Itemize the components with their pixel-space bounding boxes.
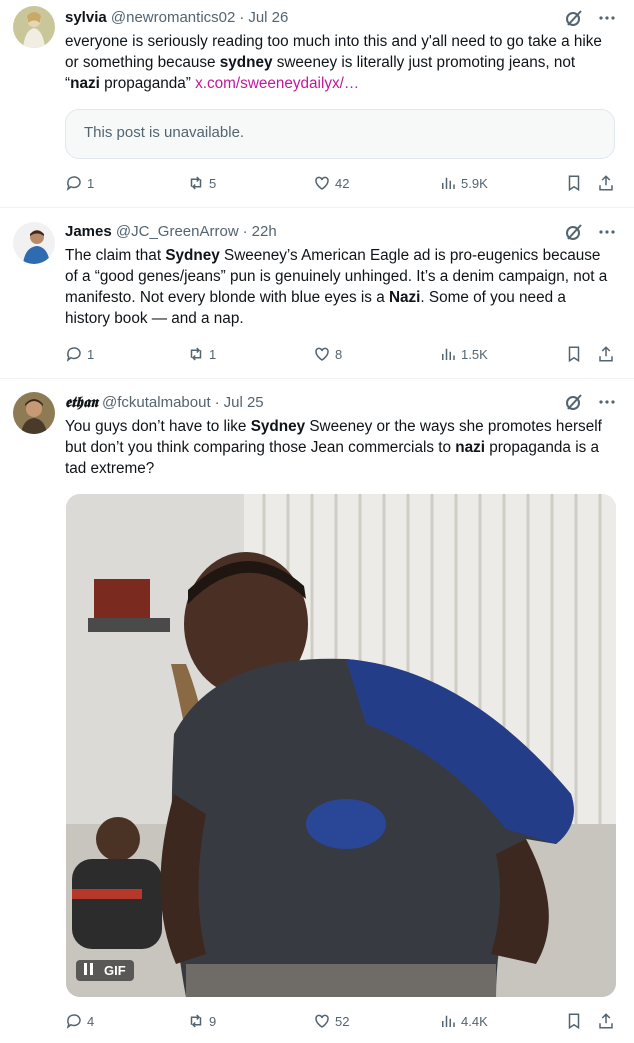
views-button[interactable]: 5.9K [439, 174, 488, 192]
post-time[interactable]: 22h [252, 223, 277, 240]
share-icon [599, 1013, 613, 1029]
reply-count: 1 [87, 175, 95, 191]
share-button[interactable] [597, 174, 615, 192]
post-link[interactable]: x.com/sweeneydailyx/… [195, 75, 359, 92]
highlighted-term: nazi [70, 75, 100, 92]
views-button[interactable]: 4.4K [439, 1012, 488, 1030]
post-text: The claim that Sydney Sweeney’s American… [65, 245, 613, 329]
views-icon [442, 1015, 455, 1027]
gif-image [66, 494, 616, 997]
grok-icon[interactable] [564, 8, 584, 33]
post-text: everyone is seriously reading too much i… [65, 31, 613, 94]
gif-label: GIF [104, 963, 126, 978]
avatar[interactable] [13, 6, 55, 48]
view-count: 1.5K [461, 346, 488, 362]
reply-count: 4 [87, 1013, 95, 1029]
heart-icon [315, 1014, 329, 1028]
post-text: You guys don’t have to like Sydney Sween… [65, 416, 613, 479]
more-icon[interactable] [598, 222, 616, 247]
bookmark-button[interactable] [565, 345, 583, 363]
view-count: 4.4K [461, 1013, 488, 1029]
highlighted-term: sydney [219, 54, 273, 71]
share-button[interactable] [597, 345, 615, 363]
grok-icon[interactable] [564, 222, 584, 247]
highlighted-term: Nazi [388, 289, 421, 306]
like-button[interactable]: 52 [313, 1012, 349, 1030]
bookmark-button[interactable] [565, 1012, 583, 1030]
reply-button[interactable]: 1 [65, 345, 94, 363]
heart-icon [315, 347, 329, 361]
share-icon [599, 175, 613, 191]
text-segment: The claim that [65, 247, 166, 264]
bookmark-icon [568, 1013, 580, 1030]
avatar[interactable] [13, 222, 55, 264]
author-handle[interactable]: @JC_GreenArrow [116, 223, 239, 240]
reply-icon [66, 347, 81, 362]
more-icon[interactable] [598, 392, 616, 417]
repost-count: 5 [209, 175, 217, 191]
unavailable-text: This post is unavailable. [84, 124, 245, 141]
repost-icon [190, 1014, 202, 1028]
repost-button[interactable]: 9 [187, 1012, 216, 1030]
text-segment: You guys don’t have to like [65, 418, 251, 435]
repost-count: 1 [209, 346, 217, 362]
author-name[interactable]: James [65, 223, 112, 240]
author-handle[interactable]: @newromantics02 [111, 9, 235, 26]
bookmark-icon [568, 175, 580, 192]
reply-button[interactable]: 1 [65, 174, 94, 192]
post-time[interactable]: Jul 26 [248, 9, 288, 26]
avatar[interactable] [13, 392, 55, 434]
views-icon [442, 348, 455, 360]
repost-button[interactable]: 5 [187, 174, 216, 192]
like-count: 8 [335, 346, 343, 362]
tweet-2[interactable]: James @JC_GreenArrow · 22h The claim that … [0, 208, 634, 378]
reply-icon [66, 176, 81, 191]
reply-count: 1 [87, 346, 95, 362]
highlighted-term: Sydney [250, 418, 306, 435]
like-count: 52 [335, 1013, 350, 1029]
highlighted-term: Sydney [165, 247, 220, 264]
gif-badge[interactable]: GIF [76, 960, 134, 981]
author-name[interactable]: 𝖊𝖙𝖍𝖆𝖓 [65, 393, 98, 411]
quote-unavailable-card: This post is unavailable. [65, 109, 615, 159]
heart-icon [315, 176, 329, 190]
more-icon[interactable] [598, 8, 616, 33]
repost-count: 9 [209, 1013, 217, 1029]
grok-icon[interactable] [564, 392, 584, 417]
repost-icon [190, 347, 202, 361]
author-handle[interactable]: @fckutalmabout [102, 394, 211, 411]
share-button[interactable] [597, 1012, 615, 1030]
share-icon [599, 346, 613, 362]
reply-icon [66, 1014, 81, 1029]
view-count: 5.9K [461, 175, 488, 191]
like-button[interactable]: 42 [313, 174, 349, 192]
tweet-1[interactable]: sylvia @newromantics02 · Jul 26 everyone i… [0, 0, 634, 207]
gif-media[interactable]: GIF [66, 494, 616, 997]
like-count: 42 [335, 175, 350, 191]
highlighted-term: nazi [455, 439, 486, 456]
repost-icon [190, 176, 202, 190]
post-time[interactable]: Jul 25 [224, 394, 264, 411]
views-icon [442, 177, 455, 189]
like-button[interactable]: 8 [313, 345, 342, 363]
views-button[interactable]: 1.5K [439, 345, 488, 363]
text-segment: propaganda” [99, 75, 196, 92]
bookmark-icon [568, 346, 580, 363]
bookmark-button[interactable] [565, 174, 583, 192]
author-name[interactable]: sylvia [65, 9, 107, 26]
reply-button[interactable]: 4 [65, 1012, 94, 1030]
repost-button[interactable]: 1 [187, 345, 216, 363]
pause-icon[interactable] [84, 963, 94, 978]
